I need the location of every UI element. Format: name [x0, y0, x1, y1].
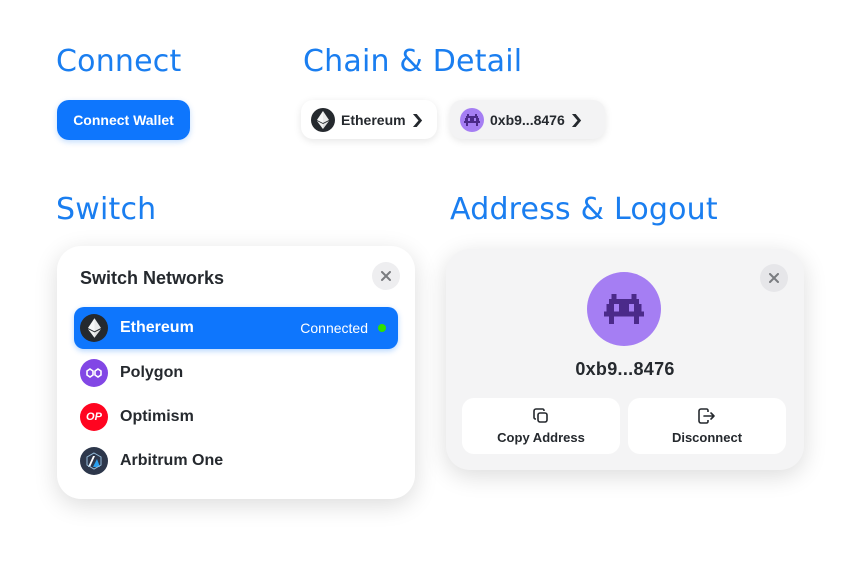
network-name: Ethereum: [120, 319, 194, 336]
close-button[interactable]: [372, 262, 400, 290]
logout-icon: [698, 407, 716, 425]
section-title-connect: Connect: [56, 44, 182, 79]
avatar-icon: [460, 107, 484, 132]
network-option-ethereum[interactable]: Ethereum Connected: [74, 307, 398, 349]
disconnect-label: Disconnect: [671, 430, 743, 445]
connected-dot-icon: [378, 324, 386, 332]
ethereum-icon: [311, 107, 335, 132]
chevron-down-icon: ❯: [569, 111, 584, 127]
network-name: Arbitrum One: [120, 452, 224, 469]
section-title-address-logout: Address & Logout: [450, 192, 718, 227]
modal-title: Switch Networks: [80, 268, 225, 288]
avatar-icon: [604, 294, 644, 324]
connected-status: Connected: [300, 320, 386, 336]
network-name: Polygon: [120, 364, 184, 381]
account-address-label: 0xb9...8476: [490, 111, 565, 128]
account-button[interactable]: 0xb9...8476 ❯: [450, 100, 605, 139]
chain-selector-label: Ethereum: [341, 111, 406, 128]
switch-networks-modal: Switch Networks Ethereum Connected Polyg…: [57, 246, 415, 499]
arbitrum-icon: [80, 447, 108, 475]
optimism-icon-text: OP: [86, 411, 102, 423]
copy-address-label: Copy Address: [497, 430, 585, 445]
chain-selector-button[interactable]: Ethereum ❯: [301, 100, 437, 139]
account-address: 0xb9...8476: [575, 359, 675, 379]
avatar: [587, 272, 661, 346]
chevron-down-icon: ❯: [409, 111, 425, 127]
ethereum-icon: [80, 314, 108, 342]
close-icon: [381, 271, 391, 281]
network-name: Optimism: [120, 408, 194, 425]
connect-wallet-button[interactable]: Connect Wallet: [57, 100, 190, 140]
close-button[interactable]: [760, 264, 788, 292]
network-option-optimism[interactable]: OP Optimism: [74, 396, 398, 438]
polygon-icon: [80, 359, 108, 387]
disconnect-button[interactable]: Disconnect: [628, 398, 786, 454]
copy-icon: [533, 407, 549, 425]
close-icon: [769, 273, 779, 283]
optimism-icon: OP: [80, 403, 108, 431]
status-label: Connected: [300, 320, 368, 336]
account-modal: 0xb9...8476 Copy Address Disconnect: [446, 249, 804, 470]
section-title-switch: Switch: [56, 192, 157, 227]
network-option-polygon[interactable]: Polygon: [74, 352, 398, 394]
copy-address-button[interactable]: Copy Address: [462, 398, 620, 454]
network-option-arbitrum[interactable]: Arbitrum One: [74, 440, 398, 482]
section-title-chain-detail: Chain & Detail: [303, 44, 523, 79]
